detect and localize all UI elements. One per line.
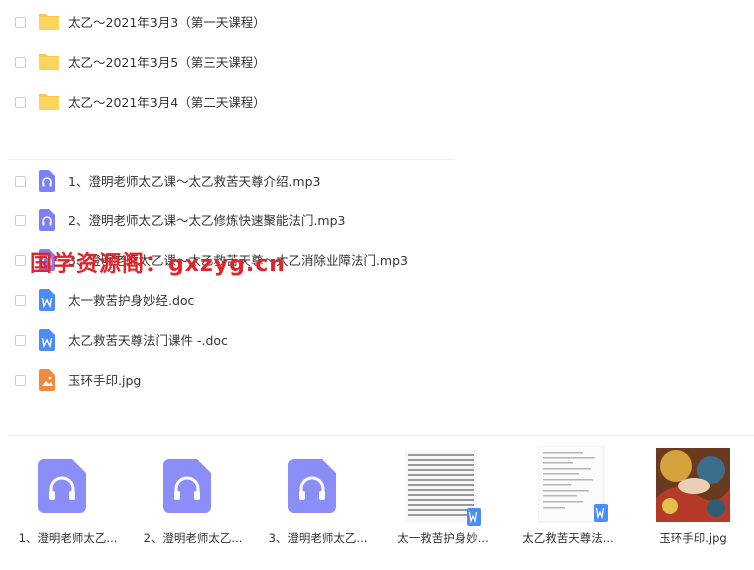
- audio-icon: [39, 170, 55, 192]
- thumbnail-label: 太乙救苦天尊法...: [522, 531, 614, 545]
- doc-icon: [39, 329, 55, 351]
- document-preview: [538, 446, 608, 523]
- file-name[interactable]: 2、澄明老师太乙课～太乙修炼快速聚能法门.mp3: [68, 201, 346, 241]
- folder-icon: [39, 54, 59, 70]
- thumbnail-card[interactable]: 1、澄明老师太乙...: [9, 446, 127, 556]
- file-name[interactable]: 太乙救苦天尊法门课件 -.doc: [68, 321, 228, 361]
- file-row[interactable]: 1、澄明老师太乙课～太乙救苦天尊介绍.mp3: [0, 162, 460, 202]
- doc-icon: [39, 289, 55, 311]
- audio-icon: [38, 459, 86, 513]
- folder-name[interactable]: 太乙～2021年3月3（第一天课程）: [68, 3, 266, 43]
- divider: [8, 159, 454, 160]
- row-checkbox[interactable]: [15, 375, 26, 386]
- row-checkbox[interactable]: [15, 57, 26, 68]
- folder-icon: [39, 94, 59, 110]
- folder-icon: [39, 14, 59, 30]
- thumbnail-label: 2、澄明老师太乙...: [143, 531, 243, 545]
- row-checkbox[interactable]: [15, 17, 26, 28]
- file-row[interactable]: 2、澄明老师太乙课～太乙修炼快速聚能法门.mp3: [0, 201, 460, 241]
- file-row[interactable]: 太乙救苦天尊法门课件 -.doc: [0, 321, 460, 361]
- image-preview: [656, 448, 730, 522]
- folder-row[interactable]: 太乙～2021年3月5（第三天课程）: [0, 43, 460, 83]
- file-row[interactable]: 玉环手印.jpg: [0, 361, 460, 401]
- thumbnail-card[interactable]: 太乙救苦天尊法...: [509, 446, 627, 556]
- thumbnail-card[interactable]: 太一救苦护身妙...: [384, 446, 502, 556]
- file-row[interactable]: 太一救苦护身妙经.doc: [0, 281, 460, 321]
- folder-name[interactable]: 太乙～2021年3月4（第二天课程）: [68, 83, 266, 123]
- file-name[interactable]: 1、澄明老师太乙课～太乙救苦天尊介绍.mp3: [68, 162, 321, 202]
- row-checkbox[interactable]: [15, 295, 26, 306]
- watermark: 国学资源阁：gxzyg.cn: [30, 252, 286, 277]
- file-name[interactable]: 太一救苦护身妙经.doc: [68, 281, 194, 321]
- audio-icon: [288, 459, 336, 513]
- thumbnail-card[interactable]: 玉环手印.jpg: [634, 446, 752, 556]
- row-checkbox[interactable]: [15, 176, 26, 187]
- folder-row[interactable]: 太乙～2021年3月3（第一天课程）: [0, 3, 460, 43]
- row-checkbox[interactable]: [15, 215, 26, 226]
- divider: [8, 435, 754, 436]
- thumbnail-card[interactable]: 2、澄明老师太乙...: [134, 446, 252, 556]
- thumbnail-card[interactable]: 3、澄明老师太乙...: [259, 446, 377, 556]
- row-checkbox[interactable]: [15, 97, 26, 108]
- folder-name[interactable]: 太乙～2021年3月5（第三天课程）: [68, 43, 266, 83]
- thumbnail-label: 太一救苦护身妙...: [397, 531, 489, 545]
- document-preview: [405, 450, 481, 526]
- thumbnail-label: 1、澄明老师太乙...: [18, 531, 118, 545]
- audio-icon: [39, 209, 55, 231]
- row-checkbox[interactable]: [15, 335, 26, 346]
- row-checkbox[interactable]: [15, 255, 26, 266]
- thumbnail-label: 3、澄明老师太乙...: [268, 531, 368, 545]
- file-name[interactable]: 玉环手印.jpg: [68, 361, 141, 401]
- thumbnail-label: 玉环手印.jpg: [659, 531, 727, 545]
- folder-row[interactable]: 太乙～2021年3月4（第二天课程）: [0, 83, 460, 123]
- image-icon: [39, 369, 55, 391]
- audio-icon: [163, 459, 211, 513]
